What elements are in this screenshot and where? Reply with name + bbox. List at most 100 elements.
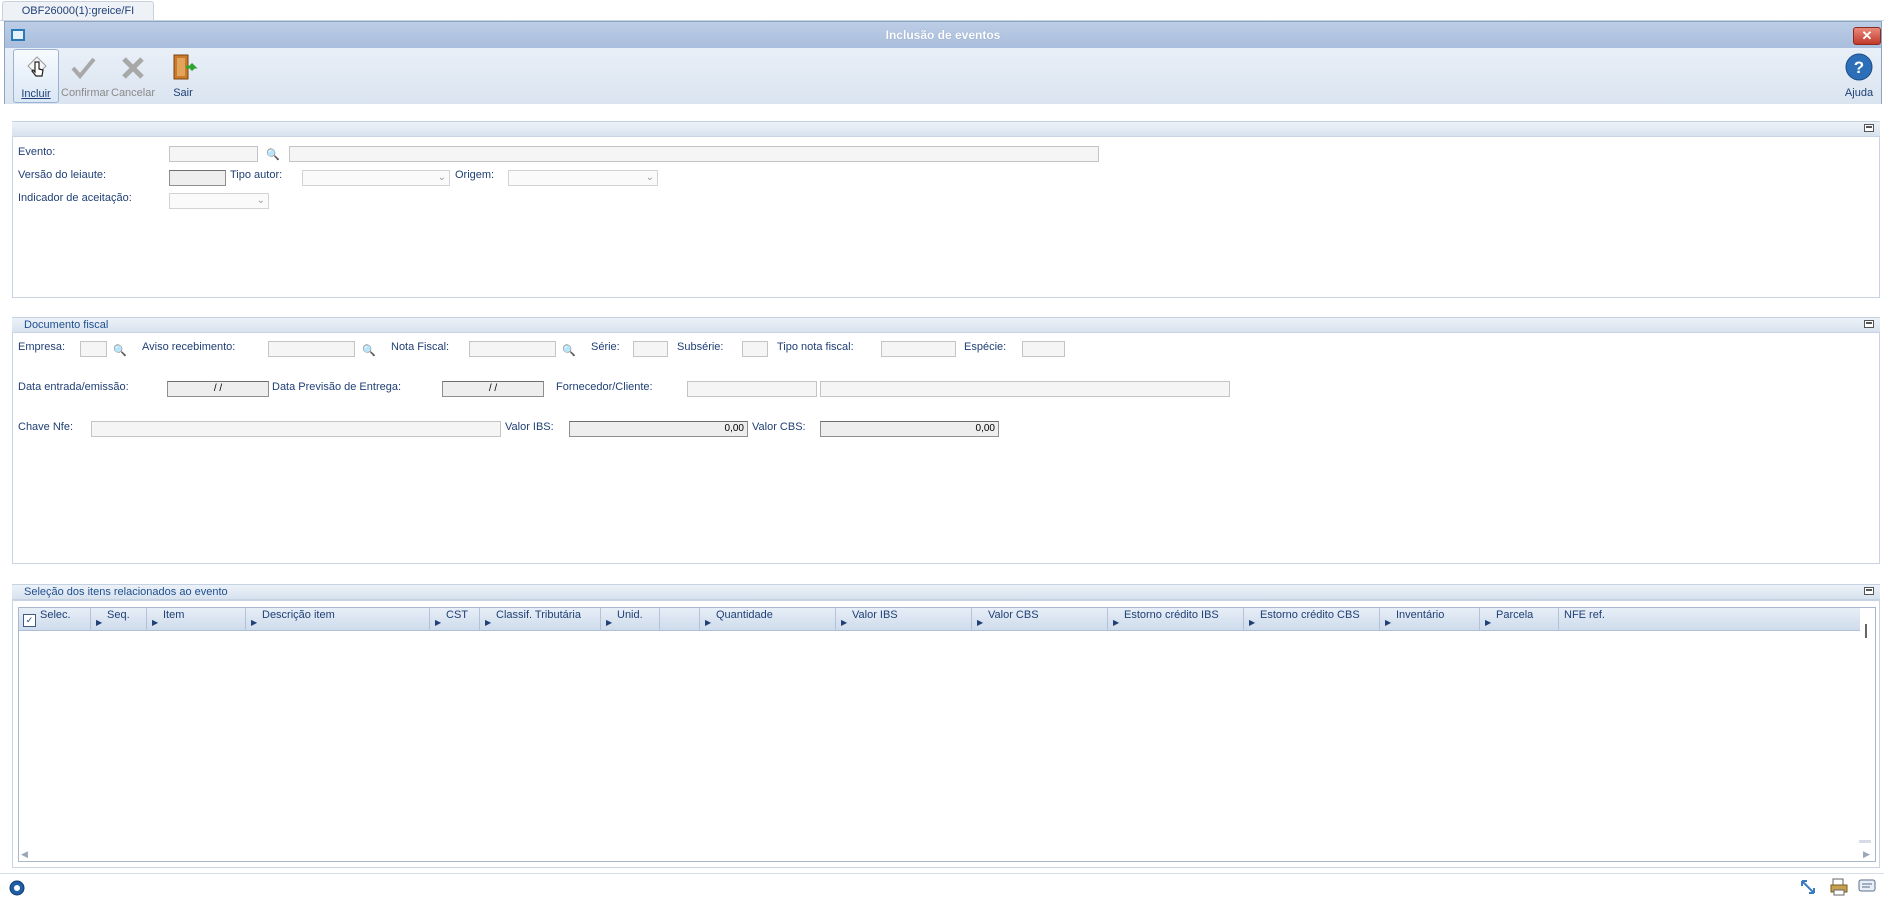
column-header-quantidade[interactable]: ▶ Quantidade bbox=[700, 608, 836, 630]
confirmar-label: Confirmar bbox=[61, 87, 110, 99]
scroll-corner bbox=[1859, 840, 1871, 843]
empresa-lookup-icon[interactable]: 🔍 bbox=[113, 344, 127, 358]
versao-leiaute-field[interactable] bbox=[169, 170, 226, 186]
sort-arrow-icon: ▶ bbox=[1113, 618, 1120, 627]
valor-cbs-label: Valor CBS: bbox=[752, 421, 806, 433]
aviso-lookup-icon[interactable]: 🔍 bbox=[362, 344, 376, 358]
sort-arrow-icon: ▶ bbox=[96, 618, 103, 627]
cancelar-button[interactable]: Cancelar bbox=[111, 49, 155, 101]
column-label: Selec. bbox=[40, 609, 71, 621]
status-bar bbox=[0, 873, 1884, 898]
sort-arrow-icon: ▶ bbox=[251, 618, 258, 627]
cancelar-label: Cancelar bbox=[111, 87, 156, 99]
nota-lookup-icon[interactable]: 🔍 bbox=[562, 344, 576, 358]
nota-fiscal-field[interactable] bbox=[469, 341, 556, 357]
column-header-seq[interactable]: ▶ Seq. bbox=[91, 608, 147, 630]
fornecedor-cliente-label: Fornecedor/Cliente: bbox=[556, 381, 653, 393]
serie-field[interactable] bbox=[633, 341, 668, 357]
scroll-right-icon[interactable]: ▶ bbox=[1863, 849, 1870, 860]
collapse-icon[interactable] bbox=[1864, 124, 1874, 132]
column-header-inventario[interactable]: ▶ Inventário bbox=[1380, 608, 1480, 630]
sort-arrow-icon: ▶ bbox=[435, 618, 442, 627]
column-label: NFE ref. bbox=[1564, 609, 1605, 621]
column-header-blank[interactable] bbox=[660, 608, 700, 630]
column-header-estorno-cbs[interactable]: ▶ Estorno crédito CBS bbox=[1244, 608, 1380, 630]
empresa-field[interactable] bbox=[80, 341, 107, 357]
fornecedor-name-field bbox=[820, 381, 1230, 397]
pointer-hand-icon bbox=[27, 56, 47, 77]
especie-label: Espécie: bbox=[964, 341, 1007, 353]
sort-arrow-icon: ▶ bbox=[705, 618, 712, 627]
column-header-estorno-ibs[interactable]: ▶ Estorno crédito IBS bbox=[1108, 608, 1244, 630]
confirmar-button[interactable]: Confirmar bbox=[61, 49, 110, 101]
column-label: Inventário bbox=[1396, 609, 1445, 621]
column-label: CST bbox=[446, 609, 468, 621]
sort-arrow-icon: ▶ bbox=[606, 618, 613, 627]
column-header-descricao[interactable]: ▶ Descrição item bbox=[246, 608, 430, 630]
column-header-cst[interactable]: ▶ CST bbox=[430, 608, 480, 630]
column-label: Estorno crédito CBS bbox=[1260, 609, 1360, 621]
column-header-classif[interactable]: ▶ Classif. Tributária bbox=[480, 608, 601, 630]
sort-arrow-icon: ▶ bbox=[1385, 618, 1392, 627]
column-header-nfe-ref[interactable]: NFE ref. bbox=[1559, 608, 1860, 630]
column-label: Item bbox=[163, 609, 185, 621]
origem-select[interactable]: ⌄ bbox=[508, 170, 658, 186]
sort-arrow-icon: ▶ bbox=[152, 618, 159, 627]
fornecedor-code-field[interactable] bbox=[687, 381, 817, 397]
data-entrada-label: Data entrada/emissão: bbox=[18, 381, 129, 393]
column-label: Parcela bbox=[1496, 609, 1534, 621]
chat-icon[interactable] bbox=[1858, 879, 1876, 895]
sort-arrow-icon: ▶ bbox=[841, 618, 848, 627]
column-header-valor-cbs[interactable]: ▶ Valor CBS bbox=[972, 608, 1108, 630]
chave-nfe-label: Chave Nfe: bbox=[18, 421, 74, 433]
column-label: Estorno crédito IBS bbox=[1124, 609, 1219, 621]
data-previsao-field[interactable]: / / bbox=[442, 381, 544, 397]
vertical-scrollbar-thumb[interactable] bbox=[1865, 624, 1867, 638]
data-entrada-field[interactable]: / / bbox=[167, 381, 269, 397]
tipo-nota-fiscal-field[interactable] bbox=[881, 341, 956, 357]
column-header-selec[interactable]: ✓ Selec. bbox=[19, 608, 91, 630]
print-icon[interactable] bbox=[1830, 878, 1848, 896]
tab-obf26000[interactable]: OBF26000(1):greice/FI bbox=[2, 1, 154, 20]
evento-label: Evento: bbox=[18, 146, 56, 158]
svg-text:?: ? bbox=[1854, 58, 1864, 77]
chevron-down-icon: ⌄ bbox=[256, 195, 265, 206]
incluir-label: Incluir bbox=[21, 88, 51, 100]
ajuda-button[interactable]: ? Ajuda bbox=[1837, 49, 1881, 101]
sair-button[interactable]: Sair bbox=[161, 49, 205, 101]
valor-ibs-label: Valor IBS: bbox=[505, 421, 554, 433]
itens-section-title: Seleção dos itens relacionados ao evento bbox=[24, 586, 228, 598]
ajuda-label: Ajuda bbox=[1844, 87, 1874, 99]
aviso-recebimento-field[interactable] bbox=[268, 341, 355, 357]
valor-cbs-field[interactable]: 0,00 bbox=[820, 421, 999, 437]
toolbar: Incluir Confirmar Cancelar Sair ? Ajuda bbox=[4, 48, 1882, 104]
tipo-autor-select[interactable]: ⌄ bbox=[302, 170, 450, 186]
especie-field[interactable] bbox=[1022, 341, 1065, 357]
column-header-item[interactable]: ▶ Item bbox=[147, 608, 246, 630]
serie-label: Série: bbox=[591, 341, 620, 353]
indicador-aceitacao-label: Indicador de aceitação: bbox=[18, 192, 132, 204]
column-header-valor-ibs[interactable]: ▶ Valor IBS bbox=[836, 608, 972, 630]
select-all-checkbox[interactable]: ✓ bbox=[23, 614, 36, 627]
resize-icon[interactable] bbox=[1800, 879, 1816, 895]
column-label: Descrição item bbox=[262, 609, 335, 621]
evento-lookup-icon[interactable]: 🔍 bbox=[266, 148, 280, 162]
collapse-icon[interactable] bbox=[1864, 320, 1874, 328]
collapse-icon[interactable] bbox=[1864, 587, 1874, 595]
scroll-left-icon[interactable]: ◀ bbox=[21, 849, 28, 860]
column-header-unid[interactable]: ▶ Unid. bbox=[601, 608, 660, 630]
incluir-button[interactable]: Incluir bbox=[13, 49, 59, 103]
indicador-aceitacao-select[interactable]: ⌄ bbox=[169, 193, 269, 209]
chave-nfe-field[interactable] bbox=[91, 421, 501, 437]
subserie-field[interactable] bbox=[742, 341, 768, 357]
sair-label: Sair bbox=[173, 87, 193, 99]
column-label: Valor CBS bbox=[988, 609, 1039, 621]
column-header-parcela[interactable]: ▶ Parcela bbox=[1480, 608, 1559, 630]
close-button[interactable]: ✕ bbox=[1853, 27, 1881, 45]
evento-code-field[interactable] bbox=[169, 146, 258, 162]
tipo-nota-fiscal-label: Tipo nota fiscal: bbox=[777, 341, 854, 353]
globe-icon[interactable] bbox=[9, 880, 25, 896]
window-title: Inclusão de eventos bbox=[885, 28, 1001, 42]
nota-fiscal-label: Nota Fiscal: bbox=[391, 341, 450, 353]
valor-ibs-field[interactable]: 0,00 bbox=[569, 421, 748, 437]
